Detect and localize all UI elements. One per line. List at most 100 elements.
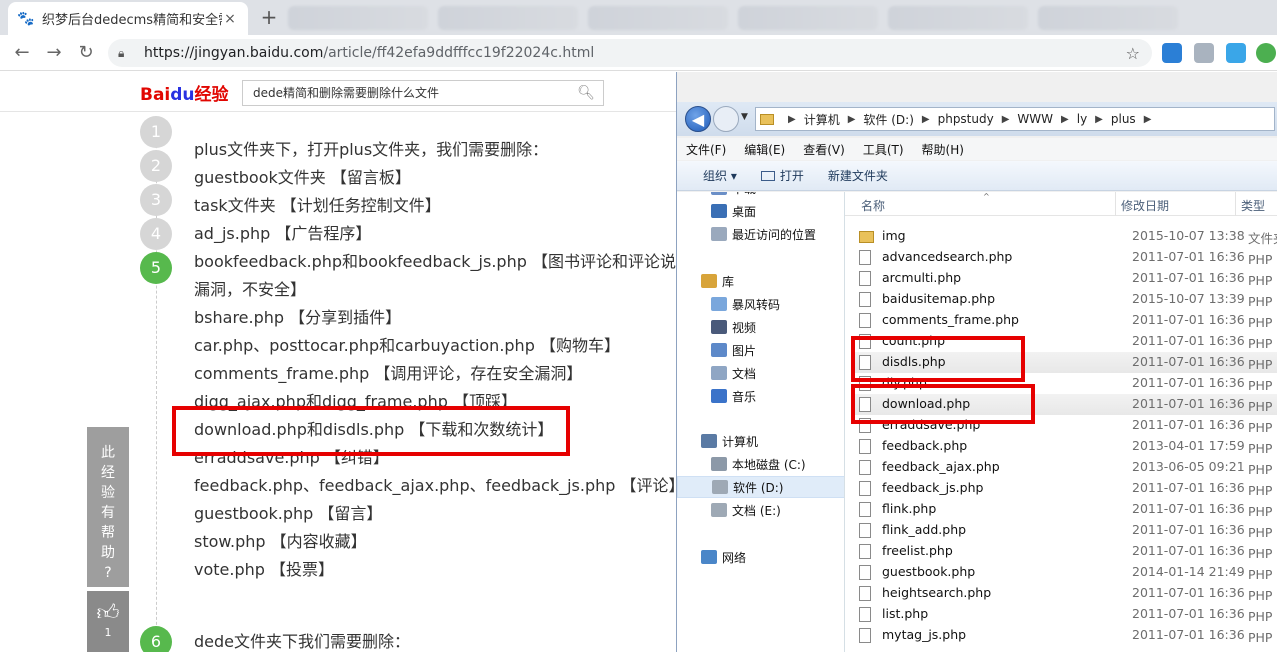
history-dropdown-icon[interactable]: ▼ xyxy=(741,112,748,122)
file-row[interactable]: baidusitemap.php 2015-10-07 13:39PHP 文 xyxy=(855,289,1277,310)
nav-item[interactable]: 音乐 xyxy=(677,385,844,407)
file-type: PHP 文 xyxy=(1248,630,1277,645)
address-bar[interactable]: 🔒︎ https://jingyan.baidu.com /article/ff… xyxy=(108,39,1152,67)
new-folder-button[interactable]: 新建文件夹 xyxy=(828,167,888,184)
nav-item[interactable]: 文档 xyxy=(677,362,844,384)
breadcrumb-item[interactable]: plus xyxy=(1111,112,1136,126)
nav-item[interactable]: 图片 xyxy=(677,339,844,361)
download-arrow-icon[interactable] xyxy=(1194,43,1214,63)
menu-view[interactable]: 查看(V) xyxy=(794,141,854,158)
nav-item[interactable]: 文档 (E:) xyxy=(677,499,844,521)
nav-item[interactable]: 库 xyxy=(677,270,844,292)
background-tab[interactable] xyxy=(1038,6,1178,30)
file-date: 2011-07-01 16:36 xyxy=(1132,354,1245,369)
back-icon[interactable]: ◀ xyxy=(685,106,711,132)
search-icon[interactable]: 🔍︎ xyxy=(577,81,595,105)
breadcrumb-item[interactable]: 软件 (D:) xyxy=(863,111,913,128)
menu-file[interactable]: 文件(F) xyxy=(677,141,735,158)
window-icon xyxy=(760,170,775,181)
file-row[interactable]: freelist.php 2011-07-01 16:36PHP 文 xyxy=(855,541,1277,562)
file-date: 2015-10-07 13:38 xyxy=(1132,228,1245,243)
extension-icon[interactable] xyxy=(1226,43,1246,63)
forward-arrow-icon[interactable]: → xyxy=(42,41,66,65)
article-line: task文件夹 【计划任务控制文件】 xyxy=(194,196,441,215)
organize-button[interactable]: 组织 ▾ xyxy=(703,167,737,184)
nav-item-icon xyxy=(711,343,727,357)
file-row[interactable]: feedback.php 2013-04-01 17:59PHP 文 xyxy=(855,436,1277,457)
nav-item[interactable]: 网络 xyxy=(677,546,844,568)
tab-strip: 🐾 织梦后台dedecms精简和安全需 × + xyxy=(0,0,1277,35)
breadcrumb-separator[interactable]: ▶ xyxy=(848,114,856,125)
nav-item[interactable]: 暴风转码 xyxy=(677,293,844,315)
column-divider[interactable] xyxy=(1235,192,1236,216)
nav-item[interactable]: 计算机 xyxy=(677,430,844,452)
bookmark-star-icon[interactable]: ☆ xyxy=(1126,44,1140,63)
nav-item[interactable]: 视频 xyxy=(677,316,844,338)
background-tab[interactable] xyxy=(738,6,878,30)
nav-item[interactable]: 桌面 xyxy=(677,200,844,222)
breadcrumb-separator[interactable]: ▶ xyxy=(1144,114,1152,125)
breadcrumb-separator[interactable]: ▶ xyxy=(788,114,796,125)
forward-icon[interactable] xyxy=(713,106,739,132)
menu-edit[interactable]: 编辑(E) xyxy=(735,141,794,158)
menu-tools[interactable]: 工具(T) xyxy=(854,141,913,158)
breadcrumb-item[interactable]: 计算机 xyxy=(804,111,840,128)
breadcrumb-separator[interactable]: ▶ xyxy=(922,114,930,125)
column-divider[interactable] xyxy=(1115,192,1116,216)
file-row[interactable]: heightsearch.php 2011-07-01 16:36PHP 文 xyxy=(855,583,1277,604)
file-row[interactable]: flink.php 2011-07-01 16:36PHP 文 xyxy=(855,499,1277,520)
nav-item[interactable]: 下载 xyxy=(677,192,844,199)
file-row[interactable]: mytag_js.php 2011-07-01 16:36PHP 文 xyxy=(855,625,1277,646)
file-date: 2011-07-01 16:36 xyxy=(1132,627,1245,642)
breadcrumb-separator[interactable]: ▶ xyxy=(1002,114,1010,125)
step-number-active: 6 xyxy=(140,626,172,652)
article-line: bshare.php 【分享到插件】 xyxy=(194,308,402,327)
breadcrumb[interactable]: ▶ 计算机 ▶ 软件 (D:) ▶ phpstudy ▶ WWW ▶ ly ▶ … xyxy=(755,107,1275,131)
tab-close-icon[interactable]: × xyxy=(222,11,238,27)
background-tab[interactable] xyxy=(588,6,728,30)
breadcrumb-separator[interactable]: ▶ xyxy=(1061,114,1069,125)
nav-item[interactable]: 本地磁盘 (C:) xyxy=(677,453,844,475)
file-type: 文件夹 xyxy=(1248,231,1277,246)
article-line: guestbook文件夹 【留言板】 xyxy=(194,168,411,187)
extension-icon[interactable] xyxy=(1256,43,1276,63)
file-date: 2011-07-01 16:36 xyxy=(1132,417,1245,432)
file-row[interactable]: feedback_ajax.php 2013-06-05 09:21PHP 文 xyxy=(855,457,1277,478)
breadcrumb-separator[interactable]: ▶ xyxy=(1095,114,1103,125)
file-row[interactable]: comments_frame.php 2011-07-01 16:36PHP 文 xyxy=(855,310,1277,331)
menu-help[interactable]: 帮助(H) xyxy=(913,141,973,158)
search-input[interactable]: dede精简和删除需要删除什么文件 🔍︎ xyxy=(242,80,604,106)
breadcrumb-item[interactable]: WWW xyxy=(1017,112,1053,126)
new-tab-button[interactable]: + xyxy=(258,7,280,29)
file-row[interactable]: feedback_js.php 2011-07-01 16:36PHP 文 xyxy=(855,478,1277,499)
file-row[interactable]: guestbook.php 2014-01-14 21:49PHP 文 xyxy=(855,562,1277,583)
file-row[interactable]: flink_add.php 2011-07-01 16:36PHP 文 xyxy=(855,520,1277,541)
background-tab[interactable] xyxy=(888,6,1028,30)
file-row[interactable]: img 2015-10-07 13:38文件夹 xyxy=(855,226,1277,247)
help-char: 经 xyxy=(101,465,115,481)
nav-item[interactable]: 软件 (D:) xyxy=(677,476,844,498)
background-tab[interactable] xyxy=(288,6,428,30)
file-icon xyxy=(859,481,871,496)
file-row[interactable]: list.php 2011-07-01 16:36PHP 文 xyxy=(855,604,1277,625)
tab-active[interactable]: 🐾 织梦后台dedecms精简和安全需 × xyxy=(8,2,248,35)
column-date[interactable]: 修改日期 xyxy=(1121,197,1169,214)
file-row[interactable]: arcmulti.php 2011-07-01 16:36PHP 文 xyxy=(855,268,1277,289)
back-arrow-icon[interactable]: ← xyxy=(10,41,34,65)
breadcrumb-item[interactable]: ly xyxy=(1077,112,1087,126)
extension-icon[interactable] xyxy=(1162,43,1182,63)
open-button[interactable]: 打开 xyxy=(760,167,804,184)
thumbs-up-icon: 👍︎ xyxy=(96,601,120,626)
background-tab[interactable] xyxy=(438,6,578,30)
file-name: flink_add.php xyxy=(882,522,967,537)
helpful-prompt[interactable]: 此 经 验 有 帮 助 ? xyxy=(87,427,129,587)
nav-item[interactable]: 最近访问的位置 xyxy=(677,223,844,245)
column-type[interactable]: 类型 xyxy=(1241,197,1265,214)
breadcrumb-item[interactable]: phpstudy xyxy=(938,112,994,126)
column-name[interactable]: 名称 xyxy=(861,197,885,214)
file-row[interactable]: advancedsearch.php 2011-07-01 16:36PHP 文 xyxy=(855,247,1277,268)
like-button[interactable]: 👍︎ 1 xyxy=(87,591,129,652)
file-icon xyxy=(859,523,871,538)
reload-icon[interactable]: ↻ xyxy=(74,41,98,65)
baidu-jingyan-logo[interactable]: Baidu经验 xyxy=(140,80,229,105)
